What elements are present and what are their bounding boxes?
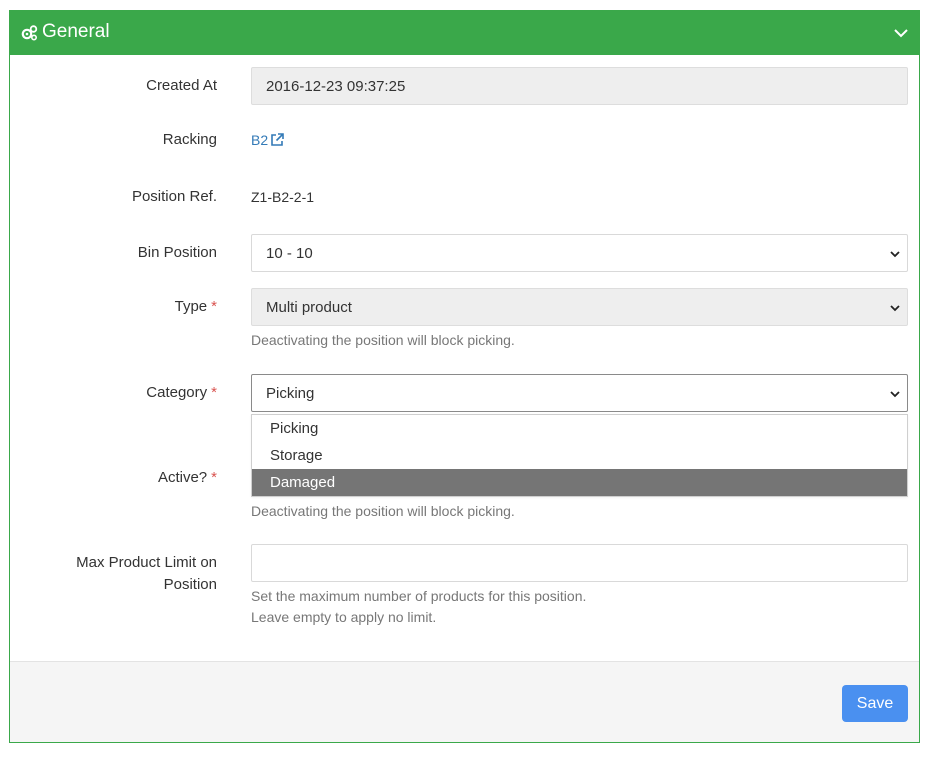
- type-select[interactable]: Multi product: [251, 288, 908, 326]
- active-help-text: Deactivating the position will block pic…: [251, 503, 515, 519]
- racking-link-text: B2: [251, 132, 269, 148]
- required-mark: *: [211, 384, 217, 401]
- active-label: Active? *: [17, 467, 217, 489]
- chevron-down-icon: [890, 305, 900, 312]
- required-mark: *: [211, 469, 217, 486]
- external-link-icon: [271, 133, 284, 146]
- category-option-damaged[interactable]: Damaged: [252, 469, 907, 496]
- max-product-limit-help-line1: Set the maximum number of products for t…: [251, 588, 587, 604]
- type-value: Multi product: [266, 298, 352, 316]
- category-option-picking[interactable]: Picking: [252, 415, 907, 442]
- panel-header[interactable]: General: [10, 11, 919, 55]
- type-label: Type *: [17, 296, 217, 318]
- panel-title: General: [42, 21, 110, 42]
- category-option-storage[interactable]: Storage: [252, 442, 907, 469]
- save-button[interactable]: Save: [842, 685, 908, 722]
- chevron-down-icon[interactable]: [893, 25, 909, 41]
- max-product-limit-input[interactable]: [251, 544, 908, 582]
- max-product-limit-help-line2: Leave empty to apply no limit.: [251, 609, 437, 625]
- max-product-limit-label: Max Product Limit on Position: [17, 552, 217, 596]
- max-product-limit-help-text: Set the maximum number of products for t…: [251, 586, 586, 628]
- created-at-value: 2016-12-23 09:37:25: [266, 77, 406, 95]
- max-product-limit-label-line2: Position: [163, 576, 217, 593]
- max-product-limit-label-line1: Max Product Limit on: [76, 554, 217, 571]
- chevron-down-icon: [890, 391, 900, 398]
- racking-label: Racking: [162, 131, 217, 148]
- position-ref-value: Z1-B2-2-1: [251, 189, 315, 205]
- general-panel: General Created At 2016-12-23 09:37:25 R…: [9, 10, 920, 743]
- bin-position-select[interactable]: 10 - 10: [251, 234, 908, 272]
- chevron-down-icon: [890, 251, 900, 258]
- created-at-field: 2016-12-23 09:37:25: [251, 67, 908, 105]
- type-help-text: Deactivating the position will block pic…: [251, 332, 515, 348]
- category-value: Picking: [266, 384, 315, 402]
- required-mark: *: [211, 298, 217, 315]
- racking-link[interactable]: B2: [251, 132, 284, 148]
- type-label-text: Type: [174, 298, 208, 315]
- category-dropdown-list: Picking Storage Damaged: [251, 414, 908, 497]
- category-label-text: Category: [146, 384, 208, 401]
- category-label: Category *: [17, 382, 217, 404]
- panel-footer: Save: [10, 661, 919, 742]
- category-select[interactable]: Picking: [251, 374, 908, 412]
- bin-position-label: Bin Position: [137, 244, 217, 261]
- active-label-text: Active?: [157, 469, 208, 486]
- position-ref-label: Position Ref.: [131, 188, 217, 205]
- bin-position-value: 10 - 10: [266, 244, 313, 262]
- gears-icon: [21, 25, 38, 41]
- created-at-label: Created At: [146, 77, 217, 94]
